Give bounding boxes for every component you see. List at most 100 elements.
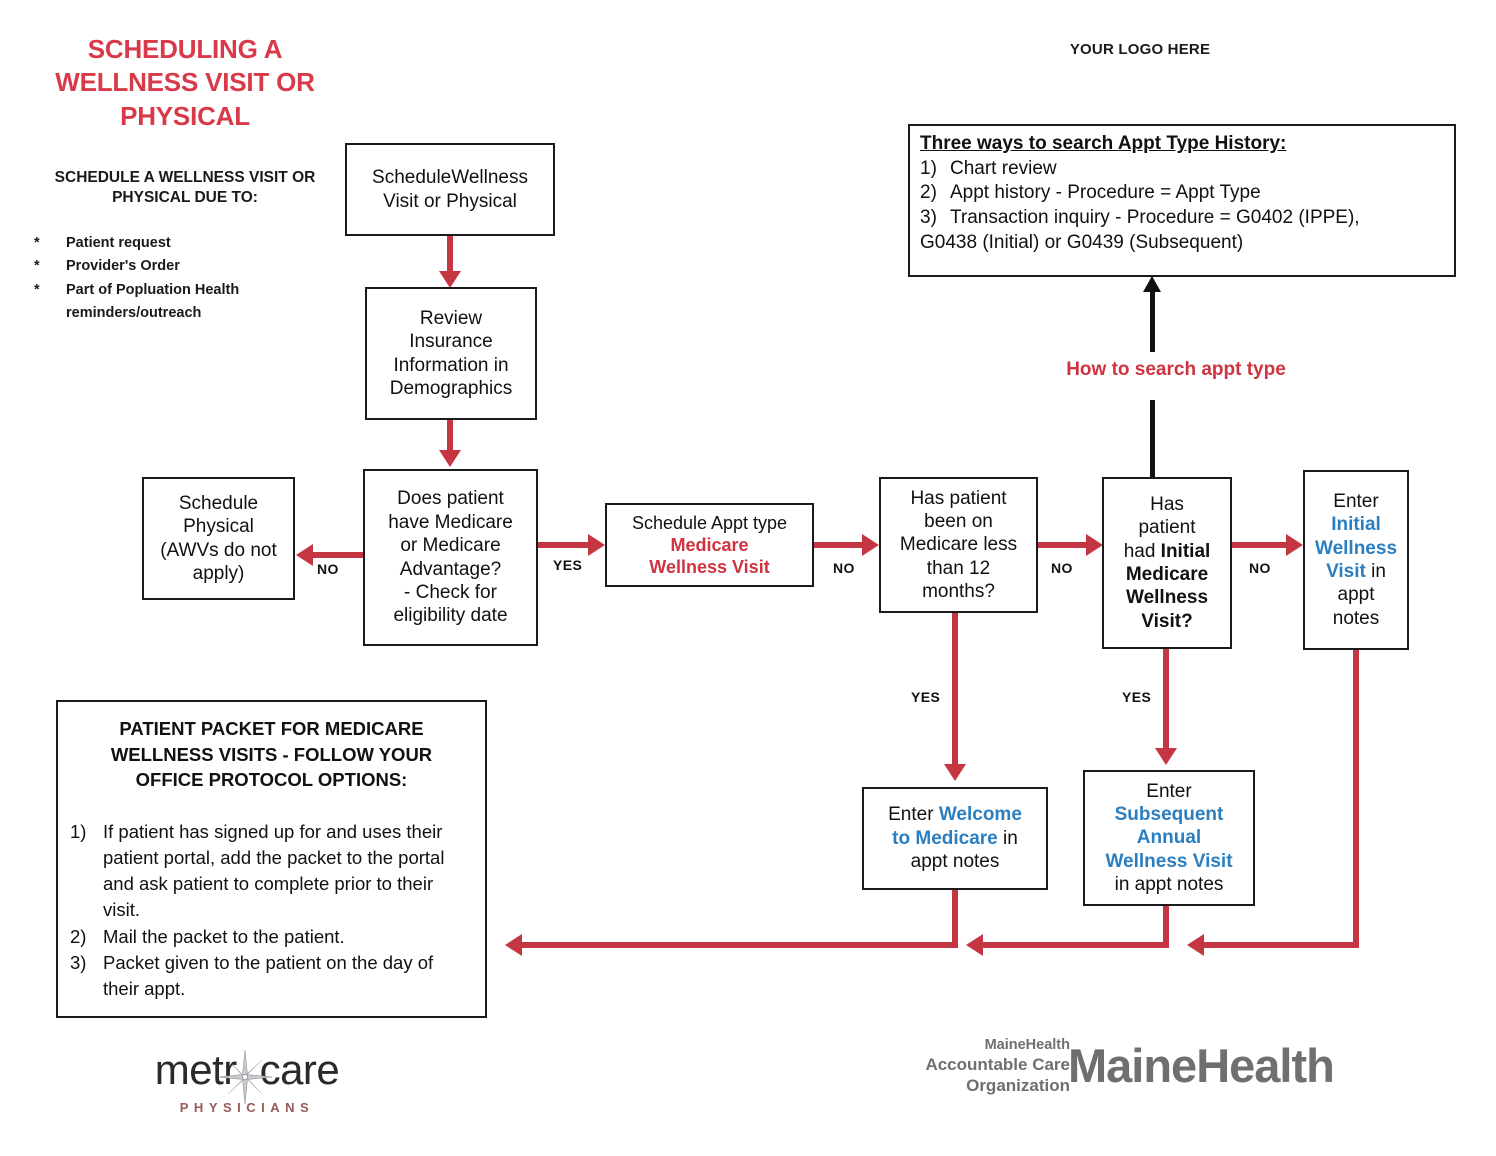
node-line-highlight: Wellness bbox=[1314, 537, 1398, 559]
edge-label-no-left: NO bbox=[314, 560, 342, 578]
subtitle: SCHEDULE A WELLNESS VISIT OR PHYSICAL DU… bbox=[54, 169, 316, 207]
connector-enter-initial-left-rail bbox=[1203, 942, 1356, 948]
node-text-highlight: Welcome bbox=[938, 804, 1022, 826]
arrowhead-down-to-review bbox=[439, 271, 461, 288]
arrowhead-down-to-decision bbox=[439, 450, 461, 467]
arrowhead-right-to-enter-initial bbox=[1286, 534, 1303, 556]
node-text: in bbox=[1365, 561, 1386, 582]
node-line: Visit? bbox=[1141, 610, 1193, 632]
node-has-patient-had-initial-mwv[interactable]: Has patient had Initial Medicare Wellnes… bbox=[1102, 477, 1232, 649]
node-line: Has patient bbox=[910, 487, 1007, 509]
node-line: or Medicare bbox=[400, 535, 501, 557]
node-schedule-wellness-visit[interactable]: ScheduleWellness Visit or Physical bbox=[345, 143, 555, 236]
arrowhead-down-to-welcome bbox=[944, 764, 966, 781]
item-text: Chart review bbox=[950, 157, 1057, 179]
edge-label-no-after-12mo: NO bbox=[1048, 559, 1076, 577]
node-line: Schedule bbox=[178, 492, 259, 514]
connector-decision-yes-right bbox=[538, 542, 588, 548]
node-line: Physical bbox=[183, 516, 254, 538]
node-line: Demographics bbox=[389, 377, 513, 399]
node-line: Enter bbox=[1146, 780, 1192, 802]
node-schedule-physical[interactable]: Schedule Physical (AWVs do not apply) bbox=[142, 477, 295, 600]
node-enter-subsequent-awv[interactable]: Enter Subsequent Annual Wellness Visit i… bbox=[1083, 770, 1255, 906]
node-line: apply) bbox=[192, 562, 245, 584]
three-ways-info-box: Three ways to search Appt Type History: … bbox=[908, 124, 1456, 277]
node-line: Medicare bbox=[1125, 564, 1209, 585]
logo-placeholder-text: YOUR LOGO HERE bbox=[1069, 41, 1211, 58]
node-line: Review bbox=[419, 307, 483, 329]
list-item: 1) If patient has signed up for and uses… bbox=[70, 819, 473, 924]
packet-heading-line: WELLNESS VISITS - FOLLOW YOUR bbox=[110, 743, 433, 765]
arrowhead-down-to-subsequent bbox=[1155, 748, 1177, 765]
packet-heading-line: PATIENT PACKET FOR MEDICARE bbox=[119, 718, 424, 739]
list-item: * Patient request bbox=[34, 232, 334, 255]
node-does-patient-have-medicare[interactable]: Does patient have Medicare or Medicare A… bbox=[363, 469, 538, 646]
edge-label-no-after-appt: NO bbox=[830, 559, 858, 577]
arrowhead-left-to-packet bbox=[505, 934, 522, 956]
item-number: 2) bbox=[920, 182, 937, 204]
node-review-insurance[interactable]: Review Insurance Information in Demograp… bbox=[365, 287, 537, 420]
item-number: 2) bbox=[70, 925, 87, 947]
item-number: 1) bbox=[920, 157, 937, 179]
reasons-list: * Patient request * Provider's Order * P… bbox=[34, 232, 334, 326]
arrowhead-left-to-physical bbox=[296, 544, 313, 566]
node-text: Enter bbox=[888, 804, 939, 826]
bullet-star-icon: * bbox=[34, 235, 40, 251]
node-line: eligibility date bbox=[393, 605, 508, 627]
list-item: 2) Mail the packet to the patient. bbox=[70, 924, 473, 950]
connector-enter-initial-down bbox=[1353, 650, 1359, 948]
arrowhead-right-to-initial bbox=[1086, 534, 1103, 556]
node-line: than 12 bbox=[926, 557, 991, 579]
connector-review-to-decision bbox=[447, 420, 453, 452]
arrowhead-left-enter-initial-rail bbox=[1187, 934, 1204, 956]
node-enter-initial-wellness-visit[interactable]: Enter Initial Wellness Visit in appt not… bbox=[1303, 470, 1409, 650]
node-line: patient bbox=[1138, 517, 1196, 539]
node-line: appt notes bbox=[910, 851, 1000, 873]
list-item: 3) Packet given to the patient on the da… bbox=[70, 950, 473, 1003]
node-text-highlight: to Medicare bbox=[892, 827, 998, 849]
packet-heading-line: OFFICE PROTOCOL OPTIONS: bbox=[135, 769, 408, 791]
node-line: been on bbox=[924, 510, 993, 532]
edge-label-no-after-initial: NO bbox=[1246, 559, 1274, 577]
connector-initial-yes-down bbox=[1163, 649, 1169, 751]
node-schedule-appt-type[interactable]: Schedule Appt type Medicare Wellness Vis… bbox=[605, 503, 814, 587]
packet-options-list: 1) If patient has signed up for and uses… bbox=[70, 819, 473, 1003]
connector-decision-no-left bbox=[312, 552, 366, 558]
patient-packet-info-box: PATIENT PACKET FOR MEDICARE WELLNESS VIS… bbox=[56, 700, 487, 1018]
page-title: SCHEDULING A WELLNESS VISIT OR PHYSICAL bbox=[55, 34, 315, 131]
connector-appt-to-12mo bbox=[814, 542, 862, 548]
list-item: * Part of Popluation Health reminders/ou… bbox=[34, 279, 334, 326]
node-line: Has bbox=[1150, 493, 1184, 515]
connector-wellness-to-review bbox=[447, 236, 453, 274]
item-number: 1) bbox=[70, 820, 87, 842]
item-continuation: G0438 (Initial) or G0439 (Subsequent) bbox=[920, 231, 1244, 253]
reason-label: Part of Popluation Health reminders/outr… bbox=[66, 281, 240, 322]
metrocare-physicians-logo: metrocare PHYSICIANS bbox=[112, 1044, 382, 1130]
connector-12mo-to-initial bbox=[1038, 542, 1086, 548]
node-text-highlight: Visit bbox=[1326, 561, 1366, 582]
node-line: Does patient bbox=[397, 488, 504, 510]
bullet-star-icon: * bbox=[34, 258, 40, 275]
item-text: Mail the packet to the patient. bbox=[103, 925, 345, 947]
aco-line: Accountable Care bbox=[925, 1055, 1070, 1075]
connector-welcome-down bbox=[952, 890, 958, 948]
list-item: 1) Chart review bbox=[920, 157, 1446, 182]
edge-label-yes-down-12mo: YES bbox=[908, 688, 944, 706]
node-enter-welcome-to-medicare[interactable]: Enter Welcome to Medicare in appt notes bbox=[862, 787, 1048, 890]
node-line: Enter Welcome bbox=[868, 803, 1042, 826]
mainehealth-logo: MaineHealth bbox=[1068, 1039, 1335, 1092]
aco-line: MaineHealth bbox=[984, 1037, 1070, 1053]
node-line-highlight: Initial bbox=[1331, 514, 1381, 536]
node-line: ScheduleWellness bbox=[372, 167, 528, 189]
how-to-search-label: How to search appt type bbox=[1026, 357, 1326, 383]
node-line-highlight: Subsequent bbox=[1114, 803, 1224, 825]
node-line: Information in bbox=[393, 354, 509, 376]
connector-initial-to-threeways-lower bbox=[1150, 400, 1155, 478]
list-item: * Provider's Order bbox=[34, 255, 334, 278]
node-line: Visit in bbox=[1309, 560, 1403, 583]
arrowhead-left-subsequent-rail bbox=[966, 934, 983, 956]
node-has-patient-been-on-medicare[interactable]: Has patient been on Medicare less than 1… bbox=[879, 477, 1038, 613]
node-line: Wellness bbox=[1125, 587, 1209, 609]
node-line: had Initial bbox=[1108, 540, 1226, 563]
node-line-highlight: Wellness Visit bbox=[649, 557, 770, 578]
